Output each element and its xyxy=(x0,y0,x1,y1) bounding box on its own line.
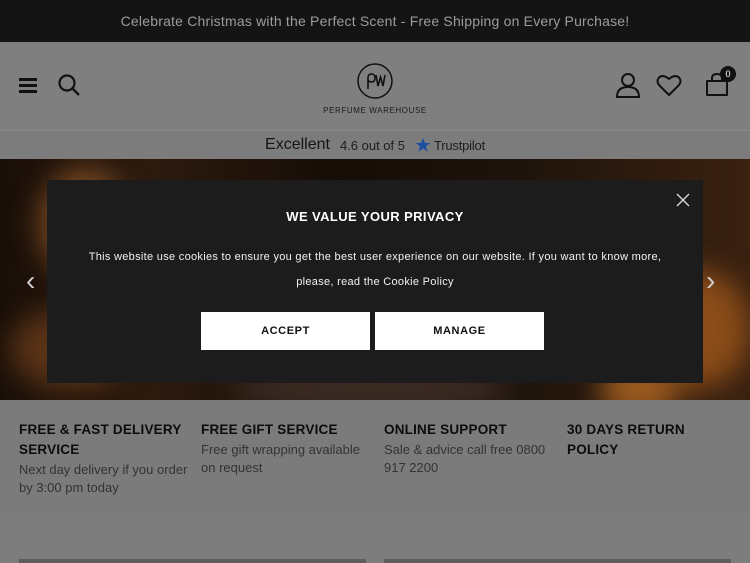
logo-mark-icon xyxy=(357,63,393,99)
category-tile[interactable] xyxy=(384,559,731,563)
logo-text: PERFUME WAREHOUSE xyxy=(323,106,427,115)
feature-desc: Next day delivery if you order by 3:00 p… xyxy=(19,462,188,495)
site-header: PERFUME WAREHOUSE 0 xyxy=(0,42,750,130)
feature-desc: Free gift wrapping available on request xyxy=(201,442,360,475)
shopping-bag-icon[interactable]: 0 xyxy=(704,66,736,98)
feature-title: 30 DAYS RETURN POLICY xyxy=(567,422,685,457)
trustpilot-star-icon xyxy=(415,137,431,152)
accept-cookies-button[interactable]: ACCEPT xyxy=(201,312,370,350)
account-icon[interactable] xyxy=(614,71,642,99)
manage-cookies-button[interactable]: MANAGE xyxy=(375,312,544,350)
announcement-text: Celebrate Christmas with the Perfect Sce… xyxy=(120,13,630,29)
trustpilot-score: 4.6 out of 5 xyxy=(339,137,405,153)
cart-count-badge: 0 xyxy=(720,66,736,82)
cookie-modal-body: This website use cookies to ensure you g… xyxy=(88,251,662,288)
feature-title: ONLINE SUPPORT xyxy=(384,422,507,437)
feature-delivery: FREE & FAST DELIVERY SERVICE Next day de… xyxy=(19,420,189,497)
menu-icon[interactable] xyxy=(18,75,38,95)
category-tile[interactable] xyxy=(19,559,366,563)
trustpilot-logo: Trustpilot xyxy=(415,137,485,153)
cookie-consent-modal: WE VALUE YOUR PRIVACY This website use c… xyxy=(47,180,703,383)
trustpilot-rating-word: Excellent xyxy=(265,136,330,153)
announcement-bar: Celebrate Christmas with the Perfect Sce… xyxy=(0,0,750,42)
search-icon[interactable] xyxy=(56,72,82,98)
feature-title: FREE & FAST DELIVERY SERVICE xyxy=(19,422,182,457)
feature-returns: 30 DAYS RETURN POLICY xyxy=(567,420,707,460)
feature-gift: FREE GIFT SERVICE Free gift wrapping ava… xyxy=(201,420,371,477)
carousel-prev-icon[interactable]: ‹ xyxy=(26,265,35,297)
feature-title: FREE GIFT SERVICE xyxy=(201,422,338,437)
carousel-next-icon[interactable]: › xyxy=(706,265,715,297)
trustpilot-bar[interactable]: Excellent 4.6 out of 5 Trustpilot xyxy=(0,130,750,159)
trustpilot-brand: Trustpilot xyxy=(434,137,485,153)
site-logo[interactable]: PERFUME WAREHOUSE xyxy=(320,62,430,115)
category-tiles-section xyxy=(0,513,750,563)
close-icon[interactable] xyxy=(675,192,691,208)
cookie-modal-title: WE VALUE YOUR PRIVACY xyxy=(286,209,464,224)
features-strip: FREE & FAST DELIVERY SERVICE Next day de… xyxy=(0,400,750,513)
feature-desc: Sale & advice call free 0800 917 2200 xyxy=(384,442,546,475)
feature-support: ONLINE SUPPORT Sale & advice call free 0… xyxy=(384,420,554,477)
wishlist-heart-icon[interactable] xyxy=(655,72,683,98)
